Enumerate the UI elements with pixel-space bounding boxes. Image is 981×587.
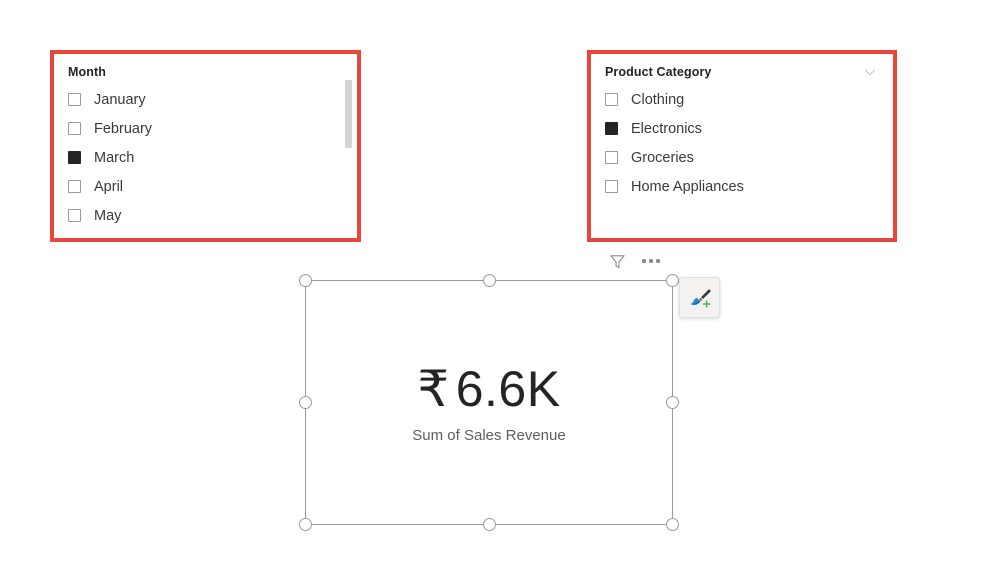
slicer-product-category-title: Product Category <box>605 65 712 79</box>
checkbox-home-appliances[interactable] <box>605 180 618 193</box>
resize-handle-middle-right[interactable] <box>666 396 679 409</box>
slicer-month-title: Month <box>68 65 106 79</box>
resize-handle-bottom-center[interactable] <box>482 518 496 531</box>
slicer-product-category-highlight: Product Category Clothing Electronics Gr… <box>587 50 897 242</box>
slicer-item-home-appliances[interactable]: Home Appliances <box>601 172 885 201</box>
paintbrush-add-button[interactable] <box>679 277 720 318</box>
slicer-product-category[interactable]: Product Category Clothing Electronics Gr… <box>591 54 893 238</box>
slicer-item-groceries[interactable]: Groceries <box>601 143 885 172</box>
slicer-item-april[interactable]: April <box>64 172 349 201</box>
slicer-product-category-header: Product Category <box>601 64 885 80</box>
filter-funnel-icon[interactable] <box>606 250 628 272</box>
slicer-product-category-list: Clothing Electronics Groceries Home Appl… <box>601 85 885 201</box>
checkbox-january[interactable] <box>68 93 81 106</box>
scrollbar-thumb[interactable] <box>345 80 352 148</box>
slicer-item-clothing[interactable]: Clothing <box>601 85 885 114</box>
slicer-item-partial[interactable] <box>64 230 349 238</box>
checkbox-may[interactable] <box>68 209 81 222</box>
checkbox-clothing[interactable] <box>605 93 618 106</box>
visual-header-toolbar <box>606 250 660 272</box>
resize-handle-middle-left[interactable] <box>299 396 312 409</box>
slicer-item-january[interactable]: January <box>64 85 349 114</box>
slicer-item-february[interactable]: February <box>64 114 349 143</box>
slicer-item-may[interactable]: May <box>64 201 349 230</box>
card-value-number: 6.6K <box>455 360 561 417</box>
checkbox-march[interactable] <box>68 151 81 164</box>
slicer-item-label: Home Appliances <box>631 178 744 195</box>
slicer-month-header: Month <box>64 64 349 80</box>
slicer-item-label: January <box>94 91 146 108</box>
slicer-month-list: January February March April May <box>64 85 349 238</box>
slicer-month-scrollbar[interactable] <box>345 78 352 234</box>
card-content: ₹6.6K Sum of Sales Revenue <box>306 360 672 446</box>
slicer-item-label: March <box>94 149 135 166</box>
paintbrush-add-icon <box>688 286 712 310</box>
card-value: ₹6.6K <box>306 360 672 418</box>
slicer-item-label: February <box>94 120 153 137</box>
slicer-item-label: April <box>94 178 124 195</box>
resize-handle-top-left[interactable] <box>299 274 312 287</box>
checkbox-groceries[interactable] <box>605 151 618 164</box>
resize-handle-top-center[interactable] <box>482 274 496 287</box>
chevron-down-icon[interactable] <box>863 65 877 79</box>
resize-handle-top-right[interactable] <box>666 274 679 287</box>
slicer-item-label: Groceries <box>631 149 694 166</box>
slicer-item-label: May <box>94 207 122 224</box>
slicer-item-label: Clothing <box>631 91 685 108</box>
currency-symbol: ₹ <box>417 360 450 417</box>
checkbox-electronics[interactable] <box>605 122 618 135</box>
slicer-item-march[interactable]: March <box>64 143 349 172</box>
checkbox-february[interactable] <box>68 122 81 135</box>
slicer-item-electronics[interactable]: Electronics <box>601 114 885 143</box>
card-caption: Sum of Sales Revenue <box>412 426 566 444</box>
resize-handle-bottom-left[interactable] <box>299 518 312 531</box>
slicer-month-highlight: Month January February March April May <box>50 50 361 242</box>
checkbox-april[interactable] <box>68 180 81 193</box>
slicer-month[interactable]: Month January February March April May <box>54 54 357 238</box>
resize-handle-bottom-right[interactable] <box>666 518 679 531</box>
card-visual-sales-revenue[interactable]: ₹6.6K Sum of Sales Revenue <box>299 274 679 531</box>
slicer-item-label: Electronics <box>631 120 702 137</box>
more-options-icon[interactable] <box>642 250 660 272</box>
